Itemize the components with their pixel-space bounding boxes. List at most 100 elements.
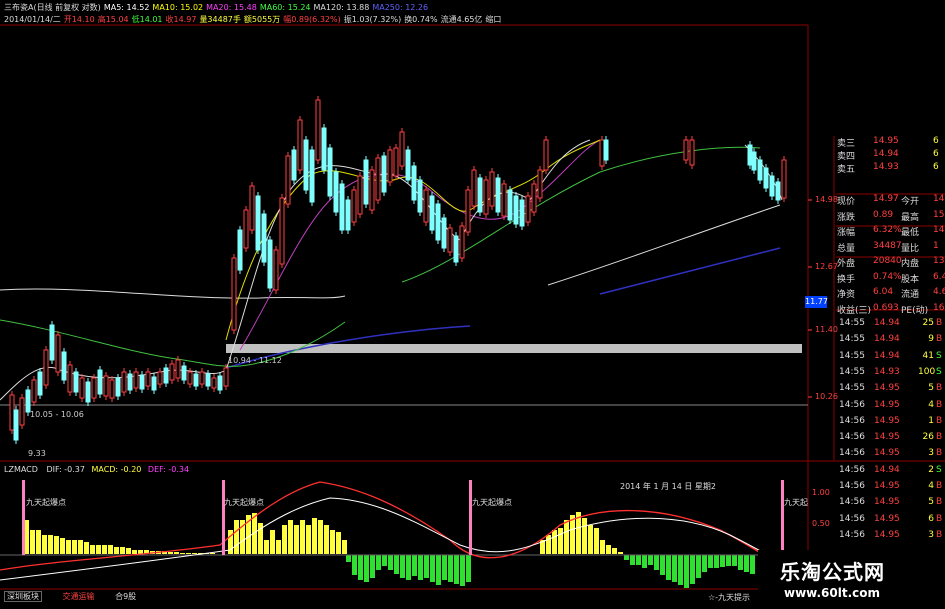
macd-bar-positive (282, 525, 287, 554)
tab-industry[interactable]: 交通运输 (63, 592, 95, 601)
candle-body (453, 235, 459, 263)
quote-value: 20840 (873, 256, 902, 266)
macd-bar-negative (424, 555, 429, 578)
macd-bar-negative (400, 555, 405, 578)
tick-row: 14:56 14.95 26 B (836, 432, 945, 445)
candle-body (435, 203, 441, 241)
candle-body (303, 139, 309, 191)
watermark-url: www.60lt.com (784, 586, 881, 600)
bar-field-8: 振1.03(7.32%) (343, 15, 402, 24)
macd-bar-positive (270, 530, 275, 554)
macd-title: LZMACD (4, 465, 38, 474)
macd-bar-positive (60, 538, 65, 554)
tab-sector[interactable]: 深圳板块 (4, 591, 42, 602)
tick-price: 14.95 (874, 415, 900, 426)
ask-label: 卖五 (837, 165, 856, 175)
candle-body (199, 371, 205, 385)
macd-bar-positive (324, 525, 329, 554)
macd-bar-positive (306, 525, 311, 554)
candle-body (315, 99, 321, 161)
macd-bar-negative (672, 555, 677, 582)
macd-bar-positive (114, 547, 119, 554)
tick-row: 14:56 14.95 3 B (836, 530, 945, 543)
macd-bar-negative (726, 555, 731, 566)
ask-label: 卖三 (837, 139, 856, 149)
candle-body (285, 155, 291, 205)
bar-field-6: 额5055万 (243, 15, 281, 24)
range-box (226, 344, 802, 353)
candle-body (97, 369, 103, 395)
macd-bar-positive (612, 548, 617, 554)
bar-field-5: 量34487手 (199, 15, 241, 24)
macd-bar-negative (642, 555, 647, 568)
tick-row: 14:56 14.95 6 B (836, 514, 945, 527)
candle-body (543, 139, 549, 171)
candle-body (531, 183, 537, 213)
candle-body (599, 139, 605, 167)
macd-bar-positive (126, 548, 131, 554)
tick-time: 14:56 (839, 432, 865, 443)
quote-row: 总量 34487 量比 1 (837, 241, 945, 258)
quote-value: 0.89 (873, 209, 894, 220)
quote-label-2: PE(动) (901, 305, 929, 316)
candle-body (13, 409, 19, 441)
macd-bar-negative (394, 555, 399, 574)
macd-bar-positive (552, 530, 557, 554)
bar-field-10: 流通4.65亿 (440, 15, 483, 24)
macd-bar-negative (654, 555, 659, 570)
quote-label: 净资 (837, 290, 856, 300)
macd-bar-positive (582, 518, 587, 554)
candle-body (115, 377, 121, 397)
macd-bar-negative (376, 555, 381, 570)
ask-row: 卖五 14.93 6 (837, 162, 945, 179)
macd-bar-positive (264, 540, 269, 554)
candle-body (49, 324, 55, 361)
candle-body (127, 373, 133, 391)
tick-volume: 4 (928, 481, 934, 491)
tick-volume: 5 (928, 497, 934, 508)
tick-time: 14:55 (839, 350, 865, 361)
candle-body (9, 394, 15, 431)
tick-time: 14:56 (839, 399, 865, 410)
tick-time: 14:55 (839, 366, 865, 377)
candle-body (237, 229, 243, 271)
macd-bar-positive (336, 532, 341, 554)
macd-bar-positive (318, 520, 323, 554)
macd-bar-negative (678, 555, 683, 585)
candle-body (139, 374, 145, 390)
quote-row: 涨幅 6.32% 最低 14 (837, 225, 945, 242)
tick-volume: 1 (928, 415, 934, 426)
macd-dea: DEF: -0.34 (147, 465, 190, 474)
macd-bar-positive (558, 528, 563, 554)
tick-price: 14.95 (874, 481, 900, 491)
quote-value: 14.97 (873, 194, 899, 204)
ma-item-1: MA5: 14.52 (103, 3, 150, 12)
macd-bar-negative (660, 555, 665, 575)
macd-bar-positive (312, 518, 317, 554)
tick-price: 14.95 (874, 513, 900, 524)
candle-body (223, 367, 229, 387)
bar-field-1: 开14.10 (63, 15, 95, 24)
candle-body (471, 169, 477, 207)
tick-side: B (936, 383, 943, 394)
tick-volume: 4 (928, 399, 934, 410)
ma120-line-1 (0, 288, 346, 299)
ma-legend: 三布瓷A(日线 前复权 对数) MA5: 14.52 MA10: 15.02 MA20… (4, 2, 431, 13)
bar-field-2: 高15.04 (97, 15, 129, 24)
macd-bar-negative (666, 555, 671, 580)
macd-bar-positive (132, 550, 137, 554)
watermark-title: 乐淘公式网 (780, 560, 885, 584)
macd-bar-positive (102, 545, 107, 554)
macd-bar-positive (108, 545, 113, 554)
ask-volume: 6 (933, 149, 939, 159)
candle-body (43, 349, 49, 386)
candle-body (489, 171, 495, 207)
ma-item-3: MA20: 15.48 (206, 3, 257, 12)
kline-chart[interactable] (0, 0, 945, 609)
quote-value-2: 16 (933, 302, 945, 313)
macd-bar-negative (738, 555, 743, 570)
tab-count[interactable]: 合9股 (115, 592, 136, 601)
candle-body (495, 177, 501, 213)
tick-price: 14.95 (874, 432, 900, 443)
tick-row: 14:56 14.95 3 B (836, 448, 945, 461)
